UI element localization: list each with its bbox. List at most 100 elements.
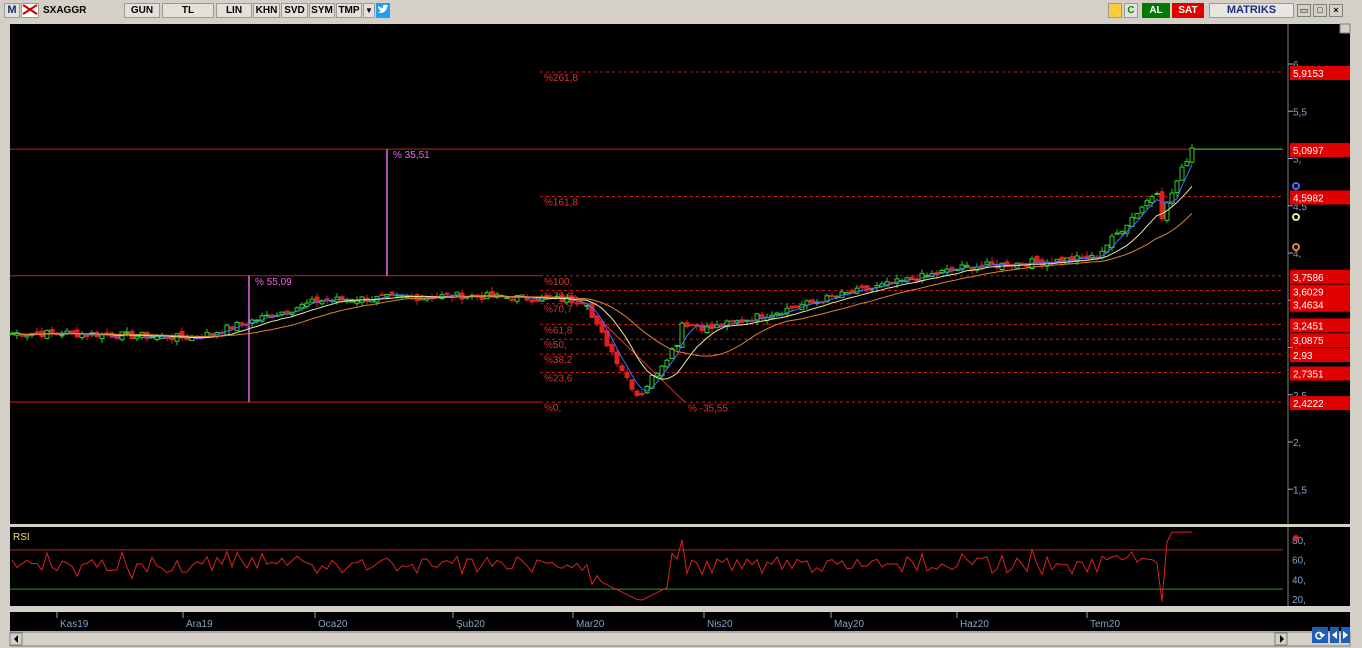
price-tag: 3,4634 [1290,297,1350,312]
horizontal-scrollbar[interactable] [9,631,1351,647]
candle-body [574,302,580,305]
time-axis-tick-label: Kas19 [60,619,89,630]
candle-body [689,324,695,327]
candle-body [1119,230,1125,234]
candle-body [224,324,230,336]
price-axis-tick-label: 2, [1293,438,1301,449]
candle-body [644,385,650,394]
measure-rise2-label: % 35,51 [393,150,430,161]
candle-body [59,334,65,337]
candle-body [684,322,690,328]
dropdown-arrow-icon[interactable]: ▼ [363,3,375,18]
time-axis-tick-label: Ara19 [186,619,213,630]
khn-button[interactable]: KHN [253,3,280,18]
price-tag-label: 3,6029 [1293,288,1324,299]
toolbar: M SXAGGR GUN TL LIN KHN SVD SYM TMP ▼ ⚡ … [0,0,1362,23]
twitter-icon[interactable] [376,3,390,18]
minimize-icon[interactable]: ▭ [1297,4,1311,17]
lightning-icon[interactable]: ⚡ [1108,3,1122,18]
sell-button[interactable]: SAT [1172,3,1204,18]
price-tag: 3,0875 [1290,333,1350,348]
matriks-logo: MATRIKS [1209,3,1294,18]
candle-body [809,299,815,303]
fib-level-label: %261,8 [544,73,578,84]
time-axis-tick-label: Oca20 [318,619,348,630]
menu-m-button[interactable]: M [4,3,20,18]
candle-body [49,328,55,334]
fib-level-label: %100, [544,277,572,288]
candle-body [444,292,450,295]
candle-body [349,300,355,303]
rsi-axis-tick-label: 60, [1292,556,1306,567]
candle-body [859,285,865,289]
candle-body [1174,180,1180,193]
candle-body [1189,147,1195,163]
candle-body [254,319,260,322]
price-tag: 2,7351 [1290,366,1350,381]
candle-body [149,336,155,339]
candle-body [69,330,75,333]
candle-body [594,315,600,325]
candle-body [1054,258,1060,263]
fib-level-label: %0, [544,403,561,414]
price-axis-tick-label: 1,5 [1293,485,1307,496]
svd-button[interactable]: SVD [281,3,308,18]
candle-body [534,299,540,302]
candle-body [614,351,620,365]
price-tag: 5,0997 [1290,143,1350,157]
fib-level-label: %38,2 [544,355,573,366]
candle-body [134,335,140,340]
candle-body [1019,262,1025,265]
candle-body [354,300,360,304]
candle-body [619,365,625,372]
price-tag-label: 5,9153 [1293,69,1324,80]
candle-body [924,274,930,277]
flag-icon[interactable] [21,3,39,18]
candle-body [1034,256,1040,263]
candlestick [119,331,125,342]
candle-body [1154,192,1160,195]
tmp-button[interactable]: TMP [336,3,362,18]
candle-body [1114,232,1120,235]
candle-body [169,337,175,341]
price-tag-label: 3,7586 [1293,273,1324,284]
buy-button[interactable]: AL [1142,3,1170,18]
symbol-label[interactable]: SXAGGR [43,3,118,18]
scale-button[interactable]: LIN [216,3,252,18]
sym-button[interactable]: SYM [309,3,335,18]
refresh-icon[interactable]: C [1124,3,1138,18]
candle-body [794,305,800,308]
candle-body [509,298,515,301]
fib-level-label: %50, [544,340,567,351]
candlestick [1159,187,1165,223]
candlestick [689,323,695,327]
fib-level-label: %23,6 [544,374,573,385]
candle-body [964,264,970,268]
candle-body [674,344,680,347]
candle-body [309,298,315,303]
candle-body [164,336,170,340]
price-axis-tick-label: 5,5 [1293,107,1307,118]
close-icon[interactable]: × [1329,4,1343,17]
candlestick [589,301,595,319]
candle-body [629,379,635,390]
price-tag-label: 3,0875 [1293,336,1324,347]
candle-body [284,310,290,314]
period-button[interactable]: GUN [124,3,160,18]
price-tag: 3,2451 [1290,318,1350,333]
chart-canvas[interactable]: ⟳ 6,5,55,4,54,3,53,2,52,1,5%261,8%161,8%… [0,22,1362,648]
price-tag: 4,5982 [1290,190,1350,205]
candle-body [979,264,985,267]
price-tag-label: 2,4222 [1293,399,1324,410]
maximize-icon[interactable]: □ [1313,4,1327,17]
candle-body [939,269,945,274]
time-axis-tick-label: Haz20 [960,619,989,630]
price-tag-label: 3,4634 [1293,301,1324,312]
candle-body [789,305,795,309]
candle-body [504,297,510,300]
candle-body [369,299,375,303]
currency-button[interactable]: TL [162,3,214,18]
candlestick [644,384,650,395]
candle-body [19,334,25,337]
panel-scroll-up-icon[interactable] [1339,23,1351,34]
